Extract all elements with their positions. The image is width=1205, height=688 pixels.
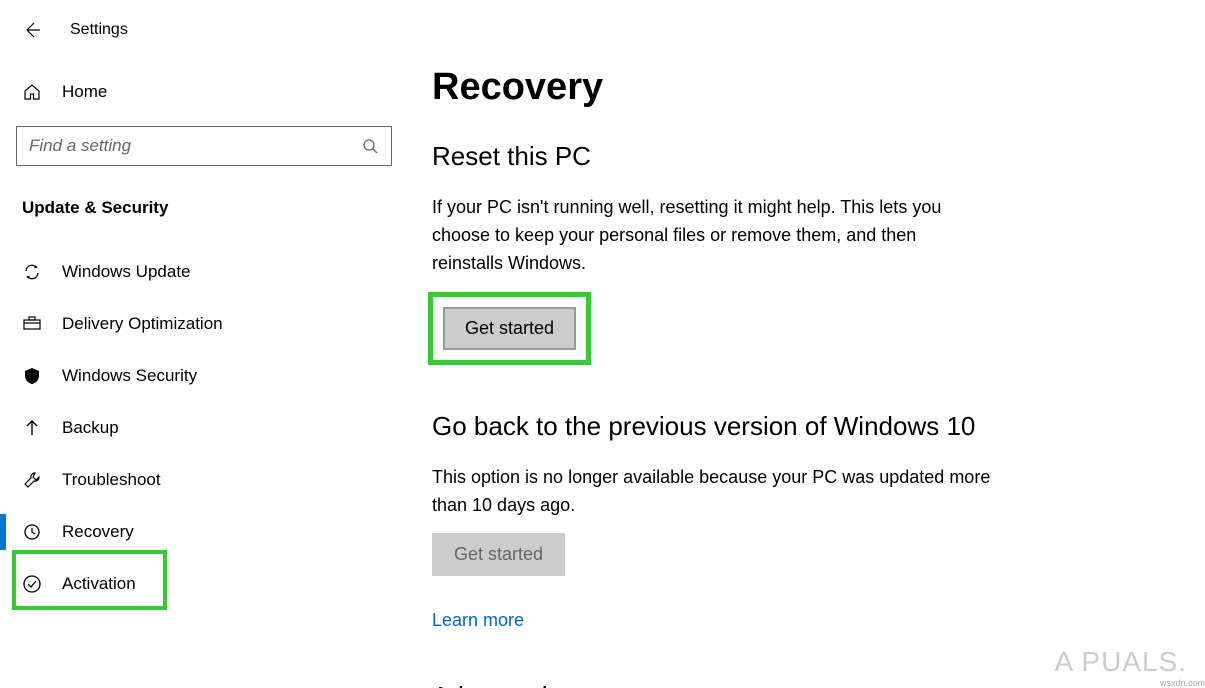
search-box[interactable] <box>16 126 392 166</box>
sidebar-item-label: Recovery <box>62 522 134 542</box>
sidebar-item-windows-update[interactable]: Windows Update <box>0 246 408 298</box>
settings-title: Settings <box>70 21 128 39</box>
settings-sidebar: Settings Home Update & Security Windows … <box>0 0 408 688</box>
watermark-logo: A PUALS. <box>1054 646 1187 678</box>
sidebar-home-label: Home <box>62 82 107 102</box>
tool-icon <box>22 470 42 490</box>
recovery-icon <box>22 522 42 542</box>
search-input[interactable] <box>29 136 361 156</box>
arrow-left-icon <box>22 20 42 40</box>
home-icon <box>22 82 42 102</box>
activation-icon <box>22 574 42 594</box>
sidebar-section-heading: Update & Security <box>0 190 408 246</box>
shield-icon <box>22 366 42 386</box>
sidebar-item-backup[interactable]: Backup <box>0 402 408 454</box>
learn-more-link[interactable]: Learn more <box>432 610 524 631</box>
reset-pc-description: If your PC isn't running well, resetting… <box>432 194 992 278</box>
sidebar-item-label: Windows Update <box>62 262 191 282</box>
main-content: Recovery Reset this PC If your PC isn't … <box>408 0 1205 688</box>
refresh-icon <box>22 262 42 282</box>
backup-icon <box>22 418 42 438</box>
sidebar-home[interactable]: Home <box>0 72 408 112</box>
annotation-highlight-get-started: Get started <box>428 292 591 365</box>
sidebar-item-delivery-optimization[interactable]: Delivery Optimization <box>0 298 408 350</box>
goback-title: Go back to the previous version of Windo… <box>432 411 1165 442</box>
get-started-goback-button: Get started <box>432 533 565 576</box>
sidebar-item-label: Activation <box>62 574 136 594</box>
advanced-startup-title: Advanced startup <box>432 681 1165 688</box>
reset-pc-title: Reset this PC <box>432 141 1165 172</box>
sidebar-header: Settings <box>0 0 408 72</box>
sidebar-item-label: Backup <box>62 418 119 438</box>
sidebar-item-windows-security[interactable]: Windows Security <box>0 350 408 402</box>
sidebar-item-label: Windows Security <box>62 366 197 386</box>
sidebar-item-label: Troubleshoot <box>62 470 161 490</box>
page-title: Recovery <box>432 66 1165 109</box>
sidebar-item-troubleshoot[interactable]: Troubleshoot <box>0 454 408 506</box>
sidebar-item-recovery[interactable]: Recovery <box>0 506 408 558</box>
sidebar-item-activation[interactable]: Activation <box>0 558 408 610</box>
goback-description: This option is no longer available becau… <box>432 464 992 520</box>
sidebar-item-label: Delivery Optimization <box>62 314 223 334</box>
delivery-icon <box>22 314 42 334</box>
get-started-reset-button[interactable]: Get started <box>443 307 576 350</box>
back-button[interactable] <box>18 16 46 44</box>
search-icon <box>361 137 379 155</box>
watermark-url: wsxdn.com <box>1160 678 1205 688</box>
